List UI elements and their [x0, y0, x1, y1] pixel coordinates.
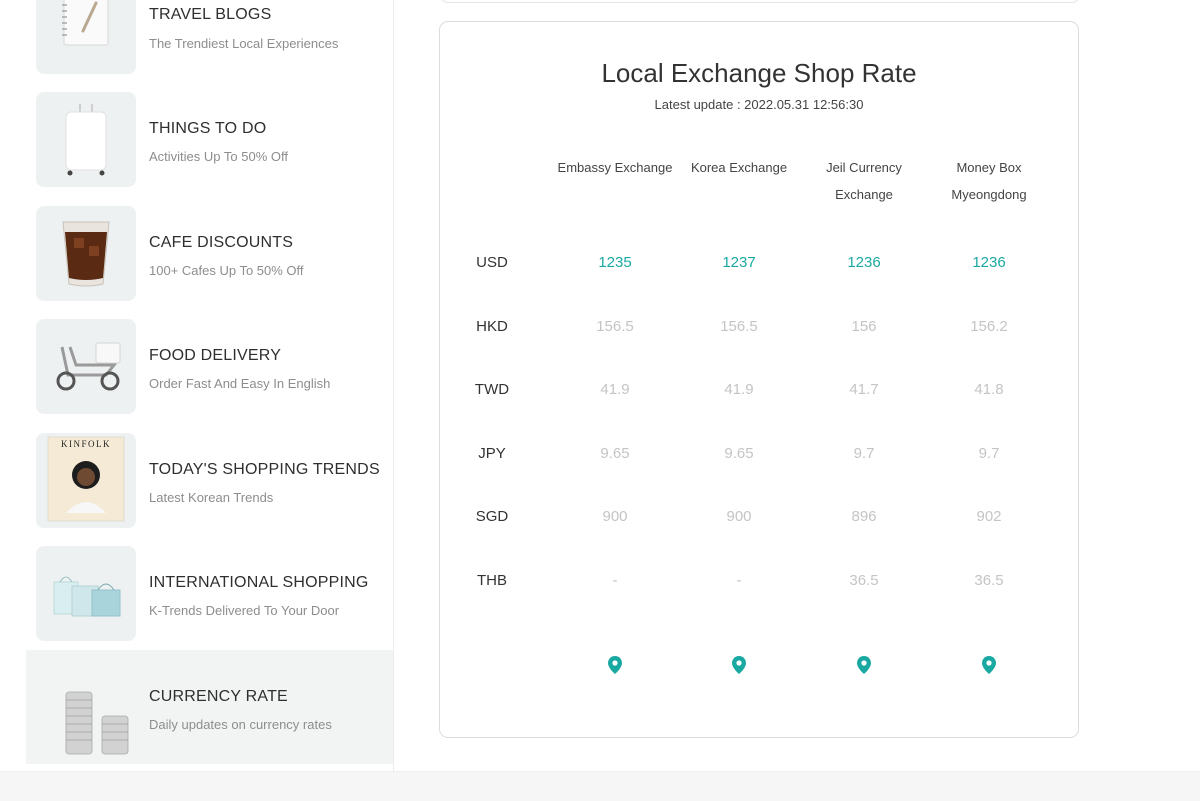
suitcase-icon	[36, 92, 136, 187]
rate-cell: 9.65	[724, 445, 754, 462]
scooter-icon	[36, 319, 136, 414]
column-header-line1: Embassy Exchange	[557, 160, 673, 175]
column-header-line1: Money Box	[956, 160, 1022, 175]
column-header-korea-exchange: Korea Exchange	[677, 154, 801, 181]
rate-cell: 1236	[972, 254, 1006, 271]
svg-text:KINFOLK: KINFOLK	[61, 439, 111, 449]
map-pin-icon[interactable]	[927, 656, 1051, 676]
sidebar-item-shopping-trends[interactable]: KINFOLK TODAY'S SHOPPING TRENDS Latest K…	[26, 433, 393, 547]
sidebar-item-subtitle: K-Trends Delivered To Your Door	[149, 603, 340, 618]
column-header-line2: Myeongdong	[951, 187, 1027, 202]
sidebar-item-subtitle: Latest Korean Trends	[149, 490, 274, 505]
sidebar-item-subtitle: Daily updates on currency rates	[149, 717, 332, 732]
rate-cell: 9.7	[853, 445, 875, 462]
column-header-line1: Jeil Currency	[826, 160, 902, 175]
column-header-money-box-myeongdong: Money Box Myeongdong	[927, 154, 1051, 208]
currency-code-thb: THB	[477, 572, 507, 589]
sidebar-item-title: TODAY'S SHOPPING TRENDS	[149, 461, 380, 478]
last-update-text: Latest update : 2022.05.31 12:56:30	[654, 97, 864, 112]
rate-cell: 41.9	[724, 381, 754, 398]
map-pin-icon[interactable]	[802, 656, 926, 676]
card-title: Local Exchange Shop Rate	[601, 58, 917, 88]
sidebar-item-currency-rate[interactable]: CURRENCY RATE Daily updates on currency …	[26, 650, 393, 764]
column-header-line1: Korea Exchange	[690, 160, 788, 175]
column-header-line2: Exchange	[835, 187, 893, 202]
sidebar-item-subtitle: Activities Up To 50% Off	[149, 149, 288, 164]
rate-cell: 36.5	[849, 572, 879, 589]
sidebar-item-title: CURRENCY RATE	[149, 688, 288, 705]
sidebar-item-things-to-do[interactable]: THINGS TO DO Activities Up To 50% Off	[26, 92, 393, 206]
currency-code-hkd: HKD	[476, 318, 508, 335]
rate-cell: 156.5	[720, 318, 758, 335]
rate-cell: 41.7	[849, 381, 879, 398]
rate-cell: 36.5	[974, 572, 1004, 589]
rate-cell: -	[736, 572, 742, 589]
coin-stack-icon	[36, 668, 136, 763]
shopping-bags-icon	[36, 546, 136, 641]
sidebar-item-title: INTERNATIONAL SHOPPING	[149, 574, 369, 591]
sidebar-item-subtitle: 100+ Cafes Up To 50% Off	[149, 263, 304, 278]
rate-cell: 41.8	[974, 381, 1004, 398]
sidebar-item-food-delivery[interactable]: FOOD DELIVERY Order Fast And Easy In Eng…	[26, 319, 393, 433]
column-header-embassy-exchange: Embassy Exchange	[553, 154, 677, 181]
bottom-bar	[0, 771, 1200, 801]
sidebar-item-title: TRAVEL BLOGS	[149, 6, 272, 23]
sidebar-item-title: CAFE DISCOUNTS	[149, 234, 294, 251]
rate-cell: 896	[851, 508, 877, 525]
notebook-icon	[36, 0, 136, 74]
currency-code-twd: TWD	[474, 381, 510, 398]
sidebar-item-title: THINGS TO DO	[149, 120, 267, 137]
rate-cell: 1237	[722, 254, 756, 271]
magazine-icon: KINFOLK	[36, 433, 136, 528]
exchange-rate-card: Local Exchange Shop Rate Latest update :…	[439, 21, 1079, 738]
rate-cell: 156.2	[970, 318, 1008, 335]
sidebar-item-title: FOOD DELIVERY	[149, 347, 282, 364]
map-pin-icon[interactable]	[553, 656, 677, 676]
map-pin-icon[interactable]	[677, 656, 801, 676]
sidebar-item-travel-blogs[interactable]: TRAVEL BLOGS The Trendiest Local Experie…	[26, 0, 393, 93]
rate-cell: 1235	[598, 254, 632, 271]
sidebar-item-subtitle: The Trendiest Local Experiences	[149, 36, 339, 51]
rate-cell: 9.7	[978, 445, 1000, 462]
rate-cell: 41.9	[600, 381, 630, 398]
sidebar: TRAVEL BLOGS The Trendiest Local Experie…	[0, 0, 394, 800]
previous-card-edge	[440, 0, 1080, 3]
currency-code-sgd: SGD	[475, 508, 509, 525]
sidebar-item-cafe-discounts[interactable]: CAFE DISCOUNTS 100+ Cafes Up To 50% Off	[26, 206, 393, 320]
rate-cell: 156.5	[596, 318, 634, 335]
currency-code-usd: USD	[476, 254, 508, 271]
sidebar-item-international-shopping[interactable]: INTERNATIONAL SHOPPING K-Trends Delivere…	[26, 546, 393, 660]
rate-cell: -	[612, 572, 618, 589]
rate-cell: 900	[602, 508, 628, 525]
rate-cell: 156	[851, 318, 877, 335]
currency-code-jpy: JPY	[478, 445, 506, 462]
rate-cell: 9.65	[600, 445, 630, 462]
iced-coffee-icon	[36, 206, 136, 301]
rate-cell: 902	[976, 508, 1002, 525]
rate-cell: 900	[726, 508, 752, 525]
sidebar-item-subtitle: Order Fast And Easy In English	[149, 376, 331, 391]
column-header-jeil-currency-exchange: Jeil Currency Exchange	[802, 154, 926, 208]
rate-cell: 1236	[847, 254, 881, 271]
